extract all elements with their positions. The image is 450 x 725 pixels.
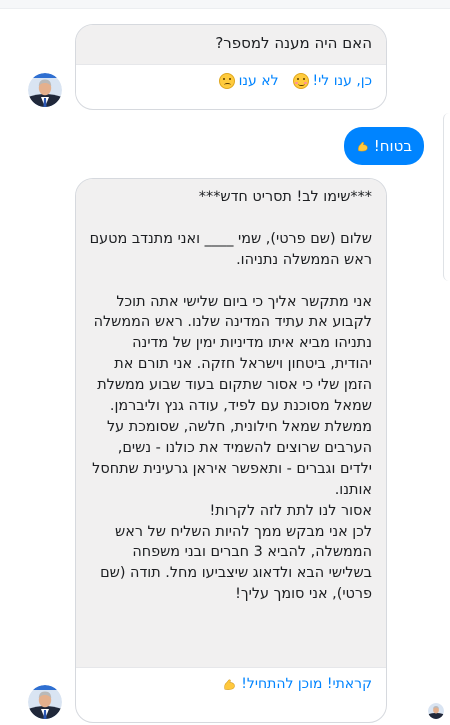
quick-reply-ready-label: קראתי! מוכן להתחיל! — [241, 676, 372, 692]
quick-reply-yes-button[interactable]: כן, ענו לי! — [292, 73, 372, 90]
bot-script-card: ***שימו לב! תסריט חדש*** שלום (שם פרטי),… — [75, 178, 387, 723]
smiling-blush-emoji-icon — [292, 73, 309, 90]
read-receipt-image — [428, 703, 444, 719]
bot-avatar-image — [28, 685, 62, 719]
bot-avatar[interactable] — [28, 73, 62, 107]
bot-script-text: ***שימו לב! תסריט חדש*** שלום (שם פרטי),… — [76, 179, 386, 667]
quick-replies: כן, ענו לי! לא ענו — [76, 64, 386, 98]
bot-avatar-image — [28, 73, 62, 107]
user-reply-bubble: בטוח! — [344, 127, 424, 165]
flexed-biceps-icon — [224, 679, 235, 690]
quick-reply-no-button[interactable]: לא ענו — [218, 73, 279, 90]
bot-question-card: האם היה מענה למספר? כן, ענו לי! לא ענו — [75, 24, 387, 110]
flexed-biceps-icon — [358, 141, 368, 151]
bot-avatar[interactable] — [28, 685, 62, 719]
user-reply-text: בטוח! — [373, 137, 412, 155]
bot-question-text: האם היה מענה למספר? — [76, 25, 386, 65]
quick-reply-no-label: לא ענו — [238, 73, 279, 90]
quick-reply-yes-label: כן, ענו לי! — [312, 73, 372, 90]
quick-reply-ready-button[interactable]: קראתי! מוכן להתחיל! — [222, 676, 372, 692]
sad-emoji-icon — [218, 73, 235, 90]
script-quick-reply: קראתי! מוכן להתחיל! — [76, 667, 386, 700]
side-panel-edge — [443, 113, 450, 281]
read-receipt-avatar — [428, 703, 444, 719]
messenger-chat: האם היה מענה למספר? כן, ענו לי! לא ענו ב… — [0, 0, 450, 725]
top-divider — [0, 0, 450, 9]
